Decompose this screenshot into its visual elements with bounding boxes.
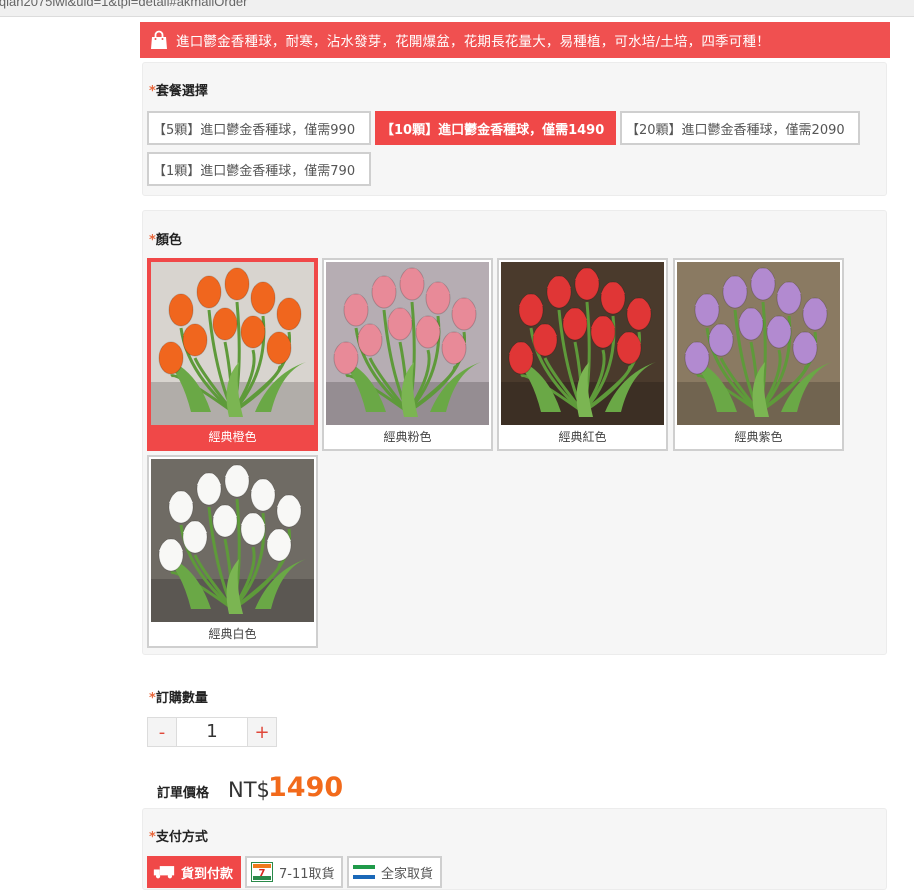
promo-banner: 進口鬱金香種球，耐寒，沾水發芽，花開爆盆，花期長花量大，易種植，可水培/土培，四… [140,22,890,58]
tulip-photo-red [501,262,664,425]
quantity-decrease-button[interactable]: - [147,717,177,747]
payment-option-cod[interactable]: 貨到付款 [147,856,241,888]
quantity-input[interactable]: 1 [177,717,247,747]
tulip-photo-purple [677,262,840,425]
color-option-orange[interactable]: 經典橙色 [147,258,318,451]
address-bar[interactable]: iqian2075iwi&uid=1&tpl=detail#akmallOrde… [0,0,914,17]
svg-text:7: 7 [259,868,266,879]
payment-option-711[interactable]: 7 7-11取貨 [245,856,343,888]
payment-title: *支付方式 [149,830,208,845]
seven-eleven-icon: 7 [251,862,273,882]
package-option-10[interactable]: 【10顆】進口鬱金香種球，僅需1490 [375,111,616,145]
promo-banner-text: 進口鬱金香種球，耐寒，沾水發芽，花開爆盆，花期長花量大，易種植，可水培/土培，四… [176,34,770,50]
color-title: *顏色 [149,233,182,248]
color-option-label: 經典粉色 [383,430,432,444]
color-option-red[interactable]: 經典紅色 [497,258,668,451]
address-bar-url[interactable]: iqian2075iwi&uid=1&tpl=detail#akmallOrde… [0,0,248,9]
order-price-amount: 1490 [268,772,344,803]
order-price-currency: NT$ [228,778,270,802]
package-option-5[interactable]: 【5顆】進口鬱金香種球，僅需990 [147,111,371,145]
color-option-label: 經典橙色 [208,430,257,444]
color-option-label: 經典紫色 [734,430,783,444]
shopping-bag-icon [151,30,167,49]
tulip-photo-orange [151,262,314,425]
quantity-title: *訂購數量 [149,691,208,706]
payment-option-familymart[interactable]: 全家取貨 [347,856,442,888]
package-title: *套餐選擇 [149,84,208,99]
color-option-label: 經典白色 [208,627,257,641]
package-option-20[interactable]: 【20顆】進口鬱金香種球，僅需2090 [620,111,860,145]
familymart-icon [353,865,375,879]
color-option-white[interactable]: 經典白色 [147,455,318,648]
tulip-photo-white [151,459,314,622]
color-option-label: 經典紅色 [558,430,607,444]
quantity-increase-button[interactable]: + [247,717,277,747]
quantity-stepper: - 1 + [147,717,277,747]
order-price-label: 訂單價格 [157,786,210,801]
package-option-1[interactable]: 【1顆】進口鬱金香種球，僅需790 [147,152,371,186]
tulip-photo-pink [326,262,489,425]
color-option-purple[interactable]: 經典紫色 [673,258,844,451]
color-option-pink[interactable]: 經典粉色 [322,258,493,451]
